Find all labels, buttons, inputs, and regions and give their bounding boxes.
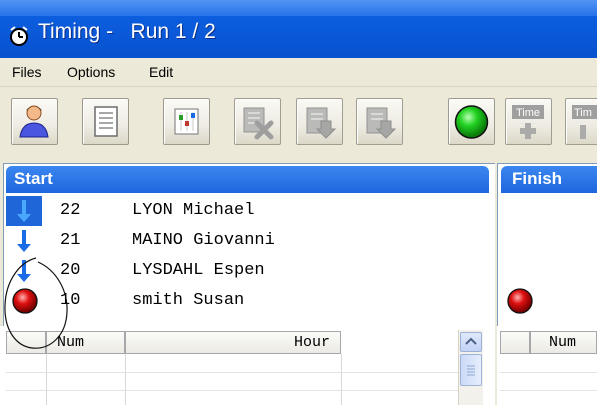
start-row-name: LYSDAHL Espen [132, 261, 265, 280]
blue-arrow-down-icon [17, 230, 31, 252]
start-row-number: 21 [60, 231, 81, 250]
window-title: Timing - Run 1 / 2 [38, 20, 216, 43]
participants-button[interactable] [11, 98, 58, 145]
start-row-name: smith Susan [132, 291, 245, 310]
start-row[interactable]: 10 smith Susan [6, 286, 489, 316]
time-icon: Tim [572, 105, 597, 139]
blue-arrow-down-icon [6, 196, 42, 226]
grid-corner-header [6, 331, 46, 354]
start-row[interactable]: 21 MAINO Giovanni [6, 226, 489, 256]
time-plus-icon: Time [512, 105, 544, 139]
time-label-partial: Tim [574, 107, 592, 119]
start-row-number: 22 [60, 201, 81, 220]
columns-settings-icon [174, 108, 199, 135]
time-button[interactable]: Tim [565, 98, 597, 145]
delete-record-icon [243, 107, 274, 140]
menu-options[interactable]: Options [67, 64, 115, 80]
time-plus-button[interactable]: Time [505, 98, 552, 145]
list-document-icon [94, 106, 118, 137]
start-row-number: 20 [60, 261, 81, 280]
scroll-up-button[interactable] [460, 332, 482, 352]
start-panel-title: Start [14, 169, 53, 188]
move-down-disabled-icon [366, 107, 397, 139]
move-down-button[interactable] [296, 98, 343, 145]
start-row-name: LYON Michael [132, 201, 255, 220]
grip-icon [467, 365, 475, 376]
finish-column-header-num[interactable]: Num [530, 331, 597, 354]
delete-button[interactable] [234, 98, 281, 145]
scroll-thumb[interactable] [460, 354, 482, 386]
menu-edit[interactable]: Edit [149, 64, 173, 80]
list-button[interactable] [82, 98, 129, 145]
finish-panel-title: Finish [512, 169, 563, 188]
red-light-icon [507, 288, 533, 314]
column-header-hour[interactable]: Hour [125, 331, 341, 354]
red-light-icon [12, 288, 38, 314]
columns-button[interactable] [163, 98, 210, 145]
move-down-alt-button[interactable] [356, 98, 403, 145]
finish-grid-corner [500, 331, 530, 354]
move-down-icon [306, 107, 337, 139]
menu-files[interactable]: Files [12, 64, 42, 80]
blue-arrow-down-icon [17, 260, 31, 282]
start-row-name: MAINO Giovanni [132, 231, 275, 250]
start-row[interactable]: 22 LYON Michael [6, 196, 489, 226]
column-header-num[interactable]: Num [46, 331, 125, 354]
start-row[interactable]: 20 LYSDAHL Espen [6, 256, 489, 286]
start-row-number: 10 [60, 291, 81, 310]
green-light-button[interactable] [448, 98, 495, 145]
clock-icon [10, 26, 28, 46]
chevron-up-icon [465, 337, 477, 345]
start-panel-header [6, 166, 489, 193]
person-icon [19, 105, 49, 138]
green-light-icon [454, 105, 489, 139]
time-label: Time [516, 107, 540, 119]
